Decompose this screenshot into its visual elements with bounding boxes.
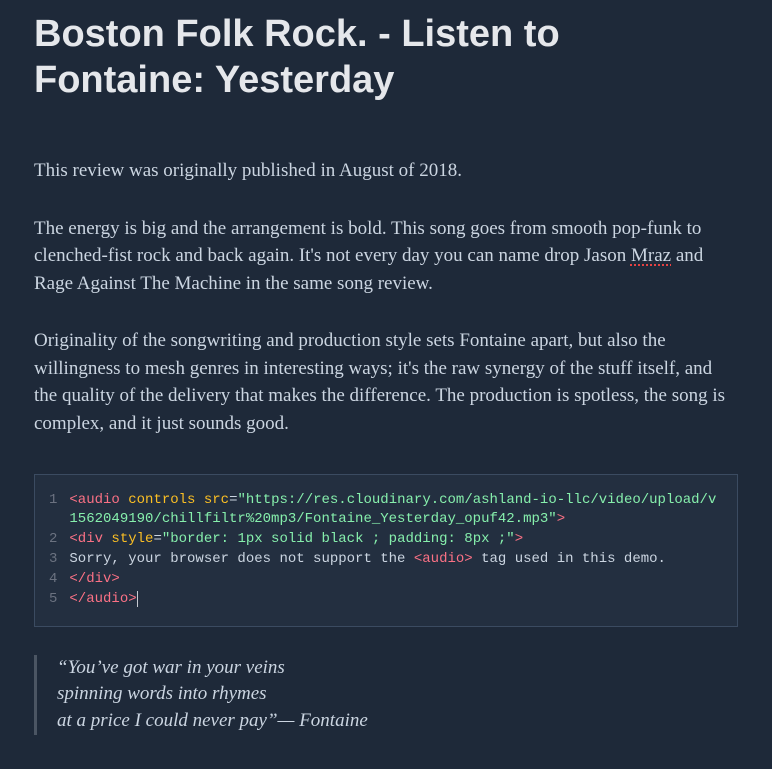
code-string: "border: 1px solid black ; padding: 8px … bbox=[162, 531, 515, 547]
code-eq: = bbox=[153, 531, 161, 547]
code-sp bbox=[195, 492, 203, 508]
page-title: Boston Folk Rock. - Listen to Fontaine: … bbox=[34, 12, 738, 103]
code-line: 3 Sorry, your browser does not support t… bbox=[49, 550, 723, 570]
code-text: tag used in this demo. bbox=[473, 551, 666, 567]
code-tag: </audio> bbox=[69, 591, 136, 607]
code-text: Sorry, your browser does not support the bbox=[69, 551, 413, 567]
code-block: 1 <audio controls src="https://res.cloud… bbox=[34, 474, 738, 627]
code-attr: controls bbox=[128, 492, 195, 508]
line-number: 2 bbox=[49, 530, 69, 550]
code-tag: <div bbox=[69, 531, 103, 547]
code-line: 5 </audio> bbox=[49, 590, 723, 610]
code-tag: <audio bbox=[69, 492, 119, 508]
text-cursor bbox=[137, 591, 146, 607]
code-table: 1 <audio controls src="https://res.cloud… bbox=[49, 491, 723, 610]
quote-line: at a price I could never pay”— Fontaine bbox=[57, 708, 738, 735]
code-attr: style bbox=[111, 531, 153, 547]
code-line: 2 <div style="border: 1px solid black ; … bbox=[49, 530, 723, 550]
code-tag: > bbox=[515, 531, 523, 547]
line-number: 3 bbox=[49, 550, 69, 570]
blockquote: “You’ve got war in your veins spinning w… bbox=[34, 655, 738, 735]
code-tag: <audio> bbox=[414, 551, 473, 567]
code-content: <audio controls src="https://res.cloudin… bbox=[69, 491, 723, 531]
quote-line: “You’ve got war in your veins bbox=[57, 655, 738, 682]
code-line: 1 <audio controls src="https://res.cloud… bbox=[49, 491, 723, 531]
article-container: Boston Folk Rock. - Listen to Fontaine: … bbox=[0, 0, 772, 769]
spellcheck-underline: Mraz bbox=[631, 245, 671, 266]
code-tag: </div> bbox=[69, 571, 119, 587]
code-sp bbox=[120, 492, 128, 508]
body-paragraph-1: The energy is big and the arrangement is… bbox=[34, 215, 738, 298]
text-run: The energy is big and the arrangement is… bbox=[34, 218, 701, 267]
line-number: 4 bbox=[49, 570, 69, 590]
line-number: 1 bbox=[49, 491, 69, 531]
code-content: </audio> bbox=[69, 590, 723, 610]
body-paragraph-2: Originality of the songwriting and produ… bbox=[34, 327, 738, 437]
line-number: 5 bbox=[49, 590, 69, 610]
code-tag: > bbox=[557, 511, 565, 527]
code-content: <div style="border: 1px solid black ; pa… bbox=[69, 530, 723, 550]
code-content: Sorry, your browser does not support the… bbox=[69, 550, 723, 570]
intro-paragraph: This review was originally published in … bbox=[34, 157, 738, 185]
code-content: </div> bbox=[69, 570, 723, 590]
quote-line: spinning words into rhymes bbox=[57, 681, 738, 708]
code-attr: src bbox=[204, 492, 229, 508]
code-line: 4 </div> bbox=[49, 570, 723, 590]
